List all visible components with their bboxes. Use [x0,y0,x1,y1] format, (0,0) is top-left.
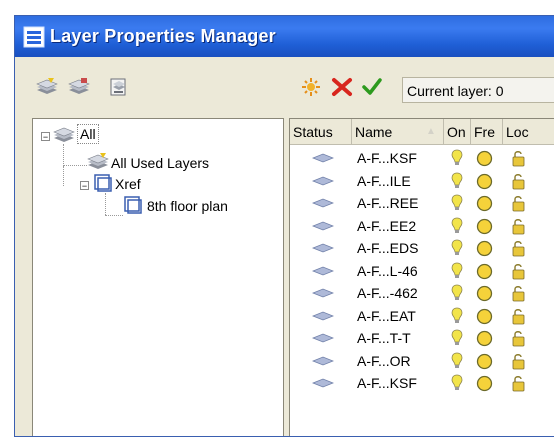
layer-status-icon [312,378,334,388]
layer-status-icon [312,333,334,343]
layer-status-icon [312,311,334,320]
lightbulb-on-icon[interactable] [451,284,463,302]
sun-thawed-icon[interactable] [476,308,493,325]
table-row[interactable]: A-F...KSF [290,147,554,169]
table-row[interactable]: A-F...EDS [290,237,554,259]
column-header-on[interactable]: On [444,119,471,145]
layer-states-manager-icon[interactable] [107,77,131,97]
lightbulb-on-icon[interactable] [451,172,463,190]
table-row[interactable]: A-F...-462 [290,282,554,304]
layer-name[interactable]: A-F...REE [357,192,418,214]
layer-name[interactable]: A-F...L-46 [357,260,418,282]
tree-node-all-used-layers[interactable]: All Used Layers [111,153,209,173]
layer-name[interactable]: A-F...ILE [357,170,411,192]
new-group-filter-icon[interactable] [67,77,91,97]
layer-status-icon [312,198,334,208]
table-row[interactable]: A-F...ILE [290,170,554,192]
layer-status-icon [312,176,334,185]
table-row[interactable]: A-F...KSF [290,372,554,394]
table-row[interactable]: A-F...OR [290,350,554,372]
column-header-status[interactable]: Status [290,119,352,145]
layer-properties-manager-window: Layer Properties Manager Current layer: … [14,15,554,437]
sort-arrow-icon: ▲ [426,126,436,137]
filter-tree-panel[interactable]: − All All Used Layers − Xref 8th floor p… [32,118,284,436]
layer-status-icon [312,221,334,230]
layer-name[interactable]: A-F...T-T [357,327,411,349]
delete-layer-icon[interactable] [330,77,354,97]
layer-name[interactable]: A-F...EDS [357,237,418,259]
layer-name[interactable]: A-F...EAT [357,305,416,327]
sun-thawed-icon[interactable] [476,353,493,370]
padlock-unlocked-icon[interactable] [512,375,526,392]
new-property-filter-icon[interactable] [35,77,59,97]
table-row[interactable]: A-F...T-T [290,327,554,349]
layer-name[interactable]: A-F...EE2 [357,215,416,237]
layers-stack-icon [53,127,75,142]
layer-status-icon [312,356,334,365]
lightbulb-on-icon[interactable] [451,352,463,370]
table-row[interactable]: A-F...REE [290,192,554,214]
current-layer-label: Current layer: 0 [402,77,554,103]
window-title: Layer Properties Manager [50,26,276,46]
sun-thawed-icon[interactable] [476,263,493,280]
padlock-unlocked-icon[interactable] [512,218,526,235]
sun-thawed-icon[interactable] [476,330,493,347]
tree-node-8th-floor-plan[interactable]: 8th floor plan [147,196,228,216]
lightbulb-on-icon[interactable] [451,262,463,280]
padlock-unlocked-icon[interactable] [512,285,526,302]
sun-thawed-icon[interactable] [476,195,493,212]
expand-all-toggle[interactable]: − [41,132,50,142]
xref-drawing-icon [124,196,142,214]
layer-manager-icon [23,26,45,47]
column-header-name[interactable]: Name ▲ [352,119,444,145]
column-header-lock[interactable]: Loc [503,119,554,145]
layer-name[interactable]: A-F...-462 [357,282,418,304]
new-layer-icon[interactable] [299,77,323,97]
tree-node-all[interactable]: All [77,124,99,144]
lightbulb-on-icon[interactable] [451,217,463,235]
expand-xref-toggle[interactable]: − [80,181,89,191]
layer-status-icon [312,153,334,163]
padlock-unlocked-icon[interactable] [512,195,526,212]
title-bar[interactable]: Layer Properties Manager [15,16,554,57]
layer-status-icon [312,266,334,275]
sun-thawed-icon[interactable] [476,375,493,392]
table-row[interactable]: A-F...EE2 [290,215,554,237]
toolbar: Current layer: 0 [15,57,554,113]
lightbulb-on-icon[interactable] [451,194,463,212]
layer-status-icon [312,288,334,298]
table-row[interactable]: A-F...EAT [290,305,554,327]
all-used-layers-icon [87,153,109,169]
layer-list[interactable]: Status Name ▲ On Fre Loc A-F...KSF A-F...… [289,118,554,436]
padlock-unlocked-icon[interactable] [512,240,526,257]
lightbulb-on-icon[interactable] [451,329,463,347]
column-header-freeze[interactable]: Fre [471,119,503,145]
sun-thawed-icon[interactable] [476,173,493,190]
padlock-unlocked-icon[interactable] [512,173,526,190]
sun-thawed-icon[interactable] [476,150,493,167]
tree-node-xref[interactable]: Xref [115,174,141,194]
padlock-unlocked-icon[interactable] [512,150,526,167]
padlock-unlocked-icon[interactable] [512,263,526,280]
column-header-name-label: Name [355,124,393,140]
lightbulb-on-icon[interactable] [451,149,463,167]
sun-thawed-icon[interactable] [476,285,493,302]
padlock-unlocked-icon[interactable] [512,353,526,370]
table-row[interactable]: A-F...L-46 [290,260,554,282]
sun-thawed-icon[interactable] [476,240,493,257]
padlock-unlocked-icon[interactable] [512,308,526,325]
xref-icon [94,174,112,192]
layer-name[interactable]: A-F...KSF [357,372,417,394]
padlock-unlocked-icon[interactable] [512,330,526,347]
layer-name[interactable]: A-F...KSF [357,147,417,169]
sun-thawed-icon[interactable] [476,218,493,235]
layer-name[interactable]: A-F...OR [357,350,411,372]
lightbulb-on-icon[interactable] [451,374,463,392]
set-current-icon[interactable] [360,77,384,97]
lightbulb-on-icon[interactable] [451,307,463,325]
layer-status-icon [312,243,334,253]
lightbulb-on-icon[interactable] [451,239,463,257]
